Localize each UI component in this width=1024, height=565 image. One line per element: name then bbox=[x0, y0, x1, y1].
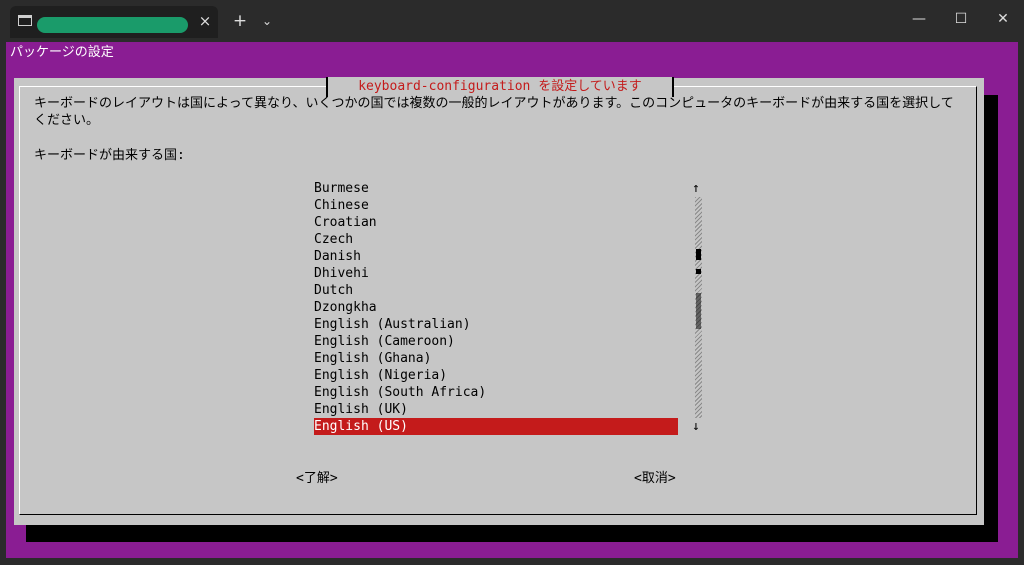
list-item[interactable]: English (Nigeria) bbox=[314, 367, 678, 384]
list-item[interactable]: English (Cameroon) bbox=[314, 333, 678, 350]
cancel-button[interactable]: <取消> bbox=[634, 470, 676, 487]
terminal-area: パッケージの設定 keyboard-configuration を設定しています… bbox=[6, 42, 1018, 558]
country-prompt: キーボードが由来する国: bbox=[34, 148, 185, 163]
close-tab-icon[interactable]: × bbox=[196, 11, 214, 31]
list-item[interactable]: Burmese bbox=[314, 180, 678, 197]
ok-button[interactable]: <了解> bbox=[296, 470, 338, 487]
dialog-description: キーボードのレイアウトは国によって異なり、いくつかの国では複数の一般的レイアウト… bbox=[34, 96, 954, 128]
country-list[interactable]: Burmese Chinese Croatian Czech Danish Dhivehi… bbox=[314, 180, 678, 435]
list-item[interactable]: Croatian bbox=[314, 214, 678, 231]
window-titlebar: × + ⌄ — ☐ ✕ bbox=[0, 0, 1024, 42]
page-title: パッケージの設定 bbox=[10, 45, 114, 60]
tab-title-redacted bbox=[37, 17, 188, 33]
list-item[interactable]: Danish bbox=[314, 248, 678, 265]
list-item[interactable]: English (South Africa) bbox=[314, 384, 678, 401]
list-item[interactable]: English (Australian) bbox=[314, 316, 678, 333]
list-item[interactable]: Dhivehi bbox=[314, 265, 678, 282]
terminal-icon bbox=[18, 15, 32, 26]
scroll-down-icon[interactable]: ↓ bbox=[692, 418, 700, 435]
scroll-up-icon[interactable]: ↑ bbox=[692, 180, 700, 197]
chevron-down-icon[interactable]: ⌄ bbox=[257, 11, 277, 31]
maximize-icon[interactable]: ☐ bbox=[946, 8, 976, 30]
list-item[interactable]: English (UK) bbox=[314, 401, 678, 418]
minimize-icon[interactable]: — bbox=[904, 8, 934, 30]
list-item[interactable]: Dutch bbox=[314, 282, 678, 299]
scrollbar-thumb[interactable] bbox=[696, 269, 701, 274]
close-icon[interactable]: ✕ bbox=[988, 8, 1018, 30]
list-item[interactable]: English (Ghana) bbox=[314, 350, 678, 367]
list-item-selected[interactable]: English (US) bbox=[314, 418, 678, 435]
list-item[interactable]: Dzongkha bbox=[314, 299, 678, 316]
list-item[interactable]: Chinese bbox=[314, 197, 678, 214]
terminal-tab[interactable]: × bbox=[10, 6, 218, 38]
list-item[interactable]: Czech bbox=[314, 231, 678, 248]
scrollbar-thumb[interactable] bbox=[696, 249, 701, 260]
new-tab-icon[interactable]: + bbox=[230, 11, 250, 31]
dialog-title: keyboard-configuration を設定しています bbox=[326, 77, 674, 97]
configuration-dialog: keyboard-configuration を設定しています キーボードのレイ… bbox=[14, 77, 984, 525]
scrollbar[interactable] bbox=[695, 197, 702, 418]
scrollbar-thumb[interactable] bbox=[696, 293, 701, 329]
